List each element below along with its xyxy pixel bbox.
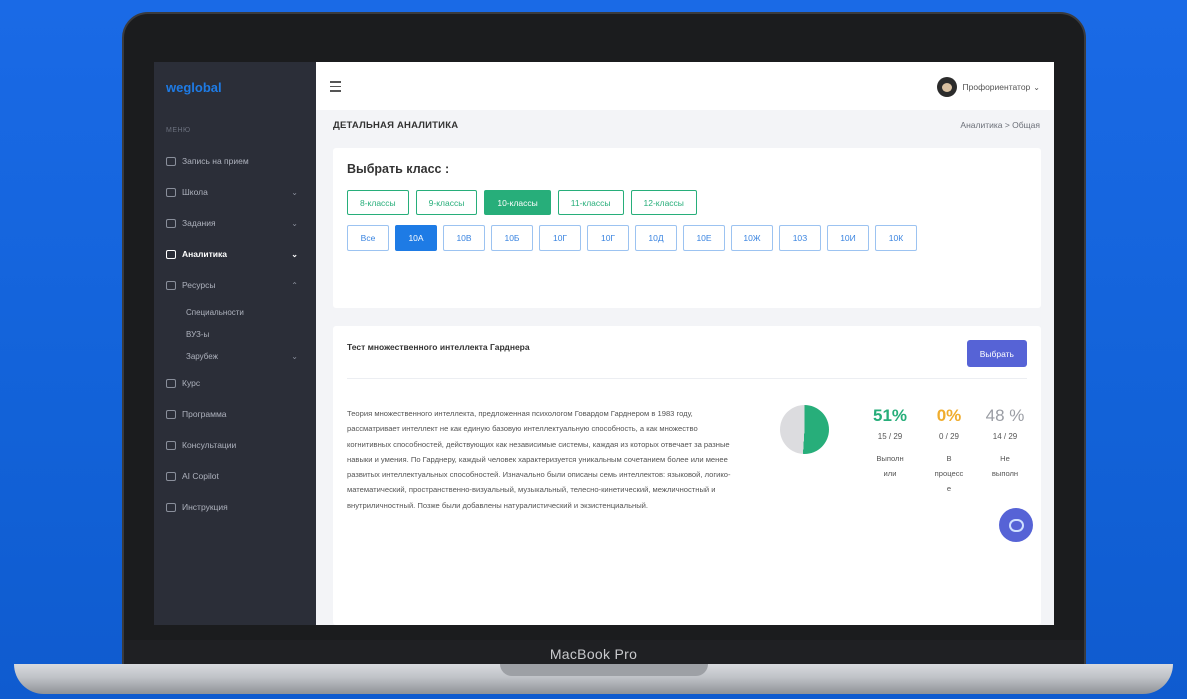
stat-count: 15 / 29 [877,432,903,441]
sidebar-item-course[interactable]: Курс [166,375,306,391]
class-button[interactable]: 10Б [491,225,533,251]
class-button[interactable]: 10Д [635,225,677,251]
topbar: Профориентатор ⌄ [316,62,1054,110]
class-button[interactable]: 10Е [683,225,725,251]
monitor-icon [166,218,176,228]
stat-percent: 0% [936,406,962,425]
stat-label: В процесс е [934,454,964,493]
grade-tabs: 8-классы 9-классы 10-классы 11-классы 12… [347,190,697,215]
sidebar-item-label: Курс [182,378,201,388]
sidebar-item-label: Ресурсы [182,280,216,290]
class-button[interactable]: Все [347,225,389,251]
grade-button[interactable]: 12-классы [630,190,697,215]
menu-caption: МЕНЮ [166,127,191,134]
grade-button[interactable]: 11-классы [557,190,624,215]
stat-count: 14 / 29 [992,432,1018,441]
sidebar-item-tasks[interactable]: Задания ⌄ [166,215,306,231]
user-role: Профориентатор [962,82,1031,92]
sidebar-subitem-abroad[interactable]: Зарубеж ⌄ [186,352,298,361]
sidebar-item-instruction[interactable]: Инструкция [166,499,306,515]
chart-icon [166,249,176,259]
ai-assistant-button[interactable] [999,508,1033,542]
class-button[interactable]: 10З [779,225,821,251]
school-icon [166,187,176,197]
sidebar-item-consultations[interactable]: Консультации [166,437,306,453]
breadcrumb[interactable]: Аналитика > Общая [960,120,1040,130]
class-button[interactable]: 10Г [587,225,629,251]
test-title: Тест множественного интеллекта Гарднера [347,342,530,352]
sidebar-item-label: Инструкция [182,502,228,512]
sidebar-item-resources[interactable]: Ресурсы ⌃ [166,277,306,293]
class-button-active[interactable]: 10А [395,225,437,251]
sidebar-item-label: Задания [182,218,216,228]
device-label: MacBook Pro [549,646,638,662]
program-icon [166,409,176,419]
consult-icon [166,440,176,450]
sidebar-item-label: AI Copilot [182,471,219,481]
class-button[interactable]: 10Г [539,225,581,251]
class-button[interactable]: 10Ж [731,225,773,251]
sidebar-item-school[interactable]: Школа ⌄ [166,184,306,200]
user-menu[interactable]: Профориентатор ⌄ [936,77,1040,97]
sidebar-item-analytics[interactable]: Аналитика ⌄ [166,246,306,262]
class-button[interactable]: 10В [443,225,485,251]
select-button[interactable]: Выбрать [966,340,1027,367]
sidebar-item-ai-copilot[interactable]: AI Copilot [166,468,306,484]
chevron-down-icon: ⌄ [1033,82,1040,92]
stat-percent: 51% [872,406,908,425]
sidebar-item-label: Запись на прием [182,156,249,166]
sidebar-item-label: Консультации [182,440,237,450]
grade-button[interactable]: 8-классы [347,190,409,215]
avatar [936,77,957,97]
stat-count: 0 / 29 [938,432,959,441]
hamburger-menu-icon[interactable] [330,81,341,95]
chevron-down-icon: ⌄ [291,249,298,259]
course-icon [166,378,176,388]
test-description: Теория множественного интеллекта, предло… [347,409,731,510]
sidebar-subitem-label: Зарубеж [186,352,218,361]
stat-in-progress: 0% 0 / 29 В процесс е [927,406,971,496]
class-button[interactable]: 10К [875,225,917,251]
logo[interactable]: weglobal [166,80,222,95]
stat-label: Выполн или [876,454,904,478]
grade-button-active[interactable]: 10-классы [484,190,551,215]
sidebar-item-appointment[interactable]: Запись на прием [166,153,306,169]
class-selector-label: Выбрать класс : [347,162,450,176]
calendar-icon [166,156,176,166]
sidebar-item-program[interactable]: Программа [166,406,306,422]
sidebar: weglobal МЕНЮ Запись на прием Школа ⌄ За… [154,62,316,625]
stat-label: Не выполн [991,454,1019,478]
chevron-down-icon: ⌄ [291,352,298,361]
ai-icon [166,471,176,481]
class-buttons: Все 10А 10В 10Б 10Г 10Г 10Д 10Е 10Ж 10З … [347,225,917,251]
sidebar-item-label: Программа [182,409,227,419]
laptop-notch [500,664,708,676]
sidebar-subitem-universities[interactable]: ВУЗ-ы [186,330,209,339]
stat-percent: 48 % [985,406,1025,425]
sidebar-subitem-specialties[interactable]: Специальности [186,308,244,317]
stat-completed: 51% 15 / 29 Выполн или [865,406,915,481]
sidebar-item-label: Школа [182,187,208,197]
sidebar-item-label: Аналитика [182,249,227,259]
resources-icon [166,280,176,290]
divider [347,378,1027,379]
app-screen: weglobal МЕНЮ Запись на прием Школа ⌄ За… [154,62,1054,625]
chevron-down-icon: ⌄ [291,187,298,197]
stat-not-completed: 48 % 14 / 29 Не выполн [985,406,1025,481]
class-selector-card: Выбрать класс : 8-классы 9-классы 10-кла… [333,148,1041,308]
brain-icon [1008,518,1024,532]
chevron-up-icon: ⌃ [291,280,298,290]
completion-pie-chart [780,405,829,454]
class-button[interactable]: 10И [827,225,869,251]
test-card: Тест множественного интеллекта Гарднера … [333,326,1041,625]
instruction-icon [166,502,176,512]
page-title: ДЕТАЛЬНАЯ АНАЛИТИКА [333,120,459,131]
chevron-down-icon: ⌄ [291,218,298,228]
grade-button[interactable]: 9-классы [415,190,478,215]
